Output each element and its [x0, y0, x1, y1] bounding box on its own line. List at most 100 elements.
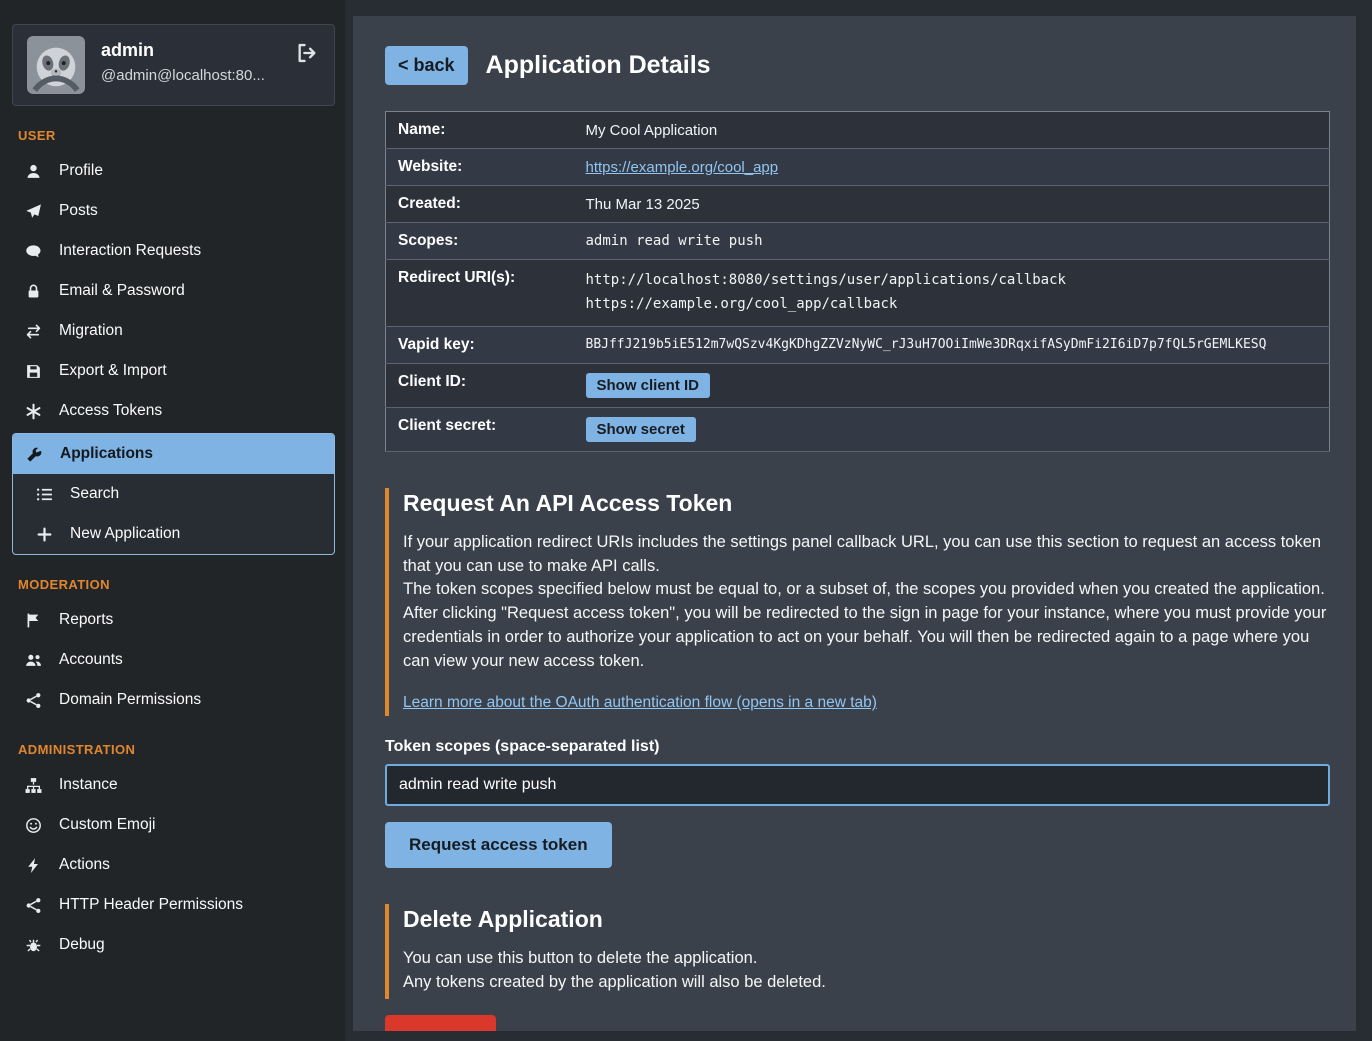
sidebar-item-label: Applications [60, 445, 153, 463]
table-row: Created: Thu Mar 13 2025 [386, 186, 1330, 223]
sidebar-item-http-header-permissions[interactable]: HTTP Header Permissions [12, 885, 335, 925]
back-button[interactable]: < back [385, 46, 468, 85]
website-link[interactable]: https://example.org/cool_app [586, 159, 779, 176]
delete-paragraph-2: Any tokens created by the application wi… [403, 971, 1330, 995]
sidebar-item-accounts[interactable]: Accounts [12, 640, 335, 680]
user-name: admin [101, 40, 265, 61]
bug-icon [24, 937, 43, 954]
request-token-section: Request An API Access Token If your appl… [385, 488, 1330, 869]
table-row: Vapid key: BBJffJ219b5iE512m7wQSzv4KgKDh… [386, 326, 1330, 363]
table-row: Redirect URI(s): http://localhost:8080/s… [386, 260, 1330, 327]
asterisk-icon [24, 403, 43, 420]
title-row: < back Application Details [385, 46, 1330, 85]
sidebar-section-moderation: MODERATION [18, 577, 335, 592]
sidebar-item-label: Access Tokens [59, 402, 162, 420]
sidebar-item-custom-emoji[interactable]: Custom Emoji [12, 805, 335, 845]
redirect-uri-1: http://localhost:8080/settings/user/appl… [586, 269, 1318, 293]
sidebar-item-actions[interactable]: Actions [12, 845, 335, 885]
detail-label-website: Website: [386, 149, 574, 186]
list-icon [35, 486, 54, 503]
sidebar-item-label: Migration [59, 322, 123, 340]
token-scopes-input[interactable] [385, 764, 1330, 806]
detail-value-website: https://example.org/cool_app [574, 149, 1330, 186]
share-nodes-icon [24, 692, 43, 709]
smiley-icon [24, 817, 43, 834]
sidebar-item-label: Posts [59, 202, 98, 220]
sidebar-item-interaction-requests[interactable]: Interaction Requests [12, 231, 335, 271]
redirect-uri-2: https://example.org/cool_app/callback [586, 293, 1318, 317]
detail-label-name: Name: [386, 112, 574, 149]
sidebar-item-domain-permissions[interactable]: Domain Permissions [12, 680, 335, 720]
sidebar-item-label: Interaction Requests [59, 242, 201, 260]
request-token-paragraph-2: The token scopes specified below must be… [403, 578, 1330, 602]
plus-icon [35, 526, 54, 543]
detail-value-name: My Cool Application [574, 112, 1330, 149]
request-token-paragraph-3: After clicking "Request access token", y… [403, 602, 1330, 674]
show-secret-button[interactable]: Show secret [586, 417, 696, 442]
detail-value-client-secret: Show secret [574, 407, 1330, 451]
page-title: Application Details [486, 51, 711, 80]
lock-icon [24, 283, 43, 300]
sidebar-section-user: USER [18, 128, 335, 143]
detail-value-redirect-uris: http://localhost:8080/settings/user/appl… [574, 260, 1330, 327]
sidebar-item-label: Profile [59, 162, 103, 180]
detail-label-created: Created: [386, 186, 574, 223]
applications-subnav: Search New Application [13, 474, 334, 554]
show-client-id-button[interactable]: Show client ID [586, 373, 711, 398]
user-icon [24, 163, 43, 180]
detail-label-scopes: Scopes: [386, 223, 574, 260]
sidebar-item-label: Instance [59, 776, 118, 794]
sidebar-item-posts[interactable]: Posts [12, 191, 335, 231]
sidebar-section-administration: ADMINISTRATION [18, 742, 335, 757]
sidebar-item-reports[interactable]: Reports [12, 600, 335, 640]
delete-paragraph-1: You can use this button to delete the ap… [403, 947, 1330, 971]
sidebar-item-label: Actions [59, 856, 110, 874]
request-token-heading: Request An API Access Token [403, 490, 1330, 517]
sidebar: admin @admin@localhost:80... USER Profil… [0, 0, 345, 1041]
sidebar-item-label: Search [70, 485, 119, 503]
sidebar-item-search[interactable]: Search [13, 474, 334, 514]
table-row: Client ID: Show client ID [386, 363, 1330, 407]
user-handle: @admin@localhost:80... [101, 67, 265, 84]
user-meta: admin @admin@localhost:80... [101, 36, 265, 84]
delete-button[interactable]: Delete [385, 1015, 496, 1031]
sidebar-item-label: HTTP Header Permissions [59, 896, 243, 914]
sidebar-item-label: Email & Password [59, 282, 185, 300]
detail-value-vapid-key: BBJffJ219b5iE512m7wQSzv4KgKDhgZZVzNyWC_r… [574, 326, 1330, 363]
sidebar-item-new-application[interactable]: New Application [13, 514, 334, 554]
sidebar-item-email-password[interactable]: Email & Password [12, 271, 335, 311]
detail-value-created: Thu Mar 13 2025 [574, 186, 1330, 223]
sidebar-item-instance[interactable]: Instance [12, 765, 335, 805]
wrench-icon [25, 446, 44, 463]
sidebar-item-profile[interactable]: Profile [12, 151, 335, 191]
sidebar-item-label: Accounts [59, 651, 123, 669]
applications-block: Applications Search New Application [12, 433, 335, 555]
sidebar-item-label: Export & Import [59, 362, 167, 380]
sidebar-item-label: New Application [70, 525, 180, 543]
table-row: Name: My Cool Application [386, 112, 1330, 149]
avatar [27, 36, 85, 94]
sidebar-item-migration[interactable]: Migration [12, 311, 335, 351]
delete-application-heading: Delete Application [403, 906, 1330, 933]
paper-plane-icon [24, 203, 43, 220]
application-details-table: Name: My Cool Application Website: https… [385, 111, 1330, 452]
sidebar-item-export-import[interactable]: Export & Import [12, 351, 335, 391]
oauth-flow-link[interactable]: Learn more about the OAuth authenticatio… [403, 694, 877, 712]
detail-value-scopes: admin read write push [574, 223, 1330, 260]
sidebar-item-access-tokens[interactable]: Access Tokens [12, 391, 335, 431]
table-row: Website: https://example.org/cool_app [386, 149, 1330, 186]
request-access-token-button[interactable]: Request access token [385, 822, 612, 868]
sidebar-item-label: Domain Permissions [59, 691, 201, 709]
sidebar-item-applications[interactable]: Applications [13, 434, 334, 474]
detail-label-client-id: Client ID: [386, 363, 574, 407]
flag-icon [24, 612, 43, 629]
user-card: admin @admin@localhost:80... [12, 24, 335, 106]
sidebar-item-label: Debug [59, 936, 105, 954]
logout-button[interactable] [294, 36, 320, 70]
delete-application-bordered: Delete Application You can use this butt… [385, 904, 1330, 999]
sidebar-item-label: Custom Emoji [59, 816, 155, 834]
sidebar-item-debug[interactable]: Debug [12, 925, 335, 965]
sidebar-item-label: Reports [59, 611, 113, 629]
sitemap-icon [24, 777, 43, 794]
exchange-arrows-icon [24, 323, 43, 340]
